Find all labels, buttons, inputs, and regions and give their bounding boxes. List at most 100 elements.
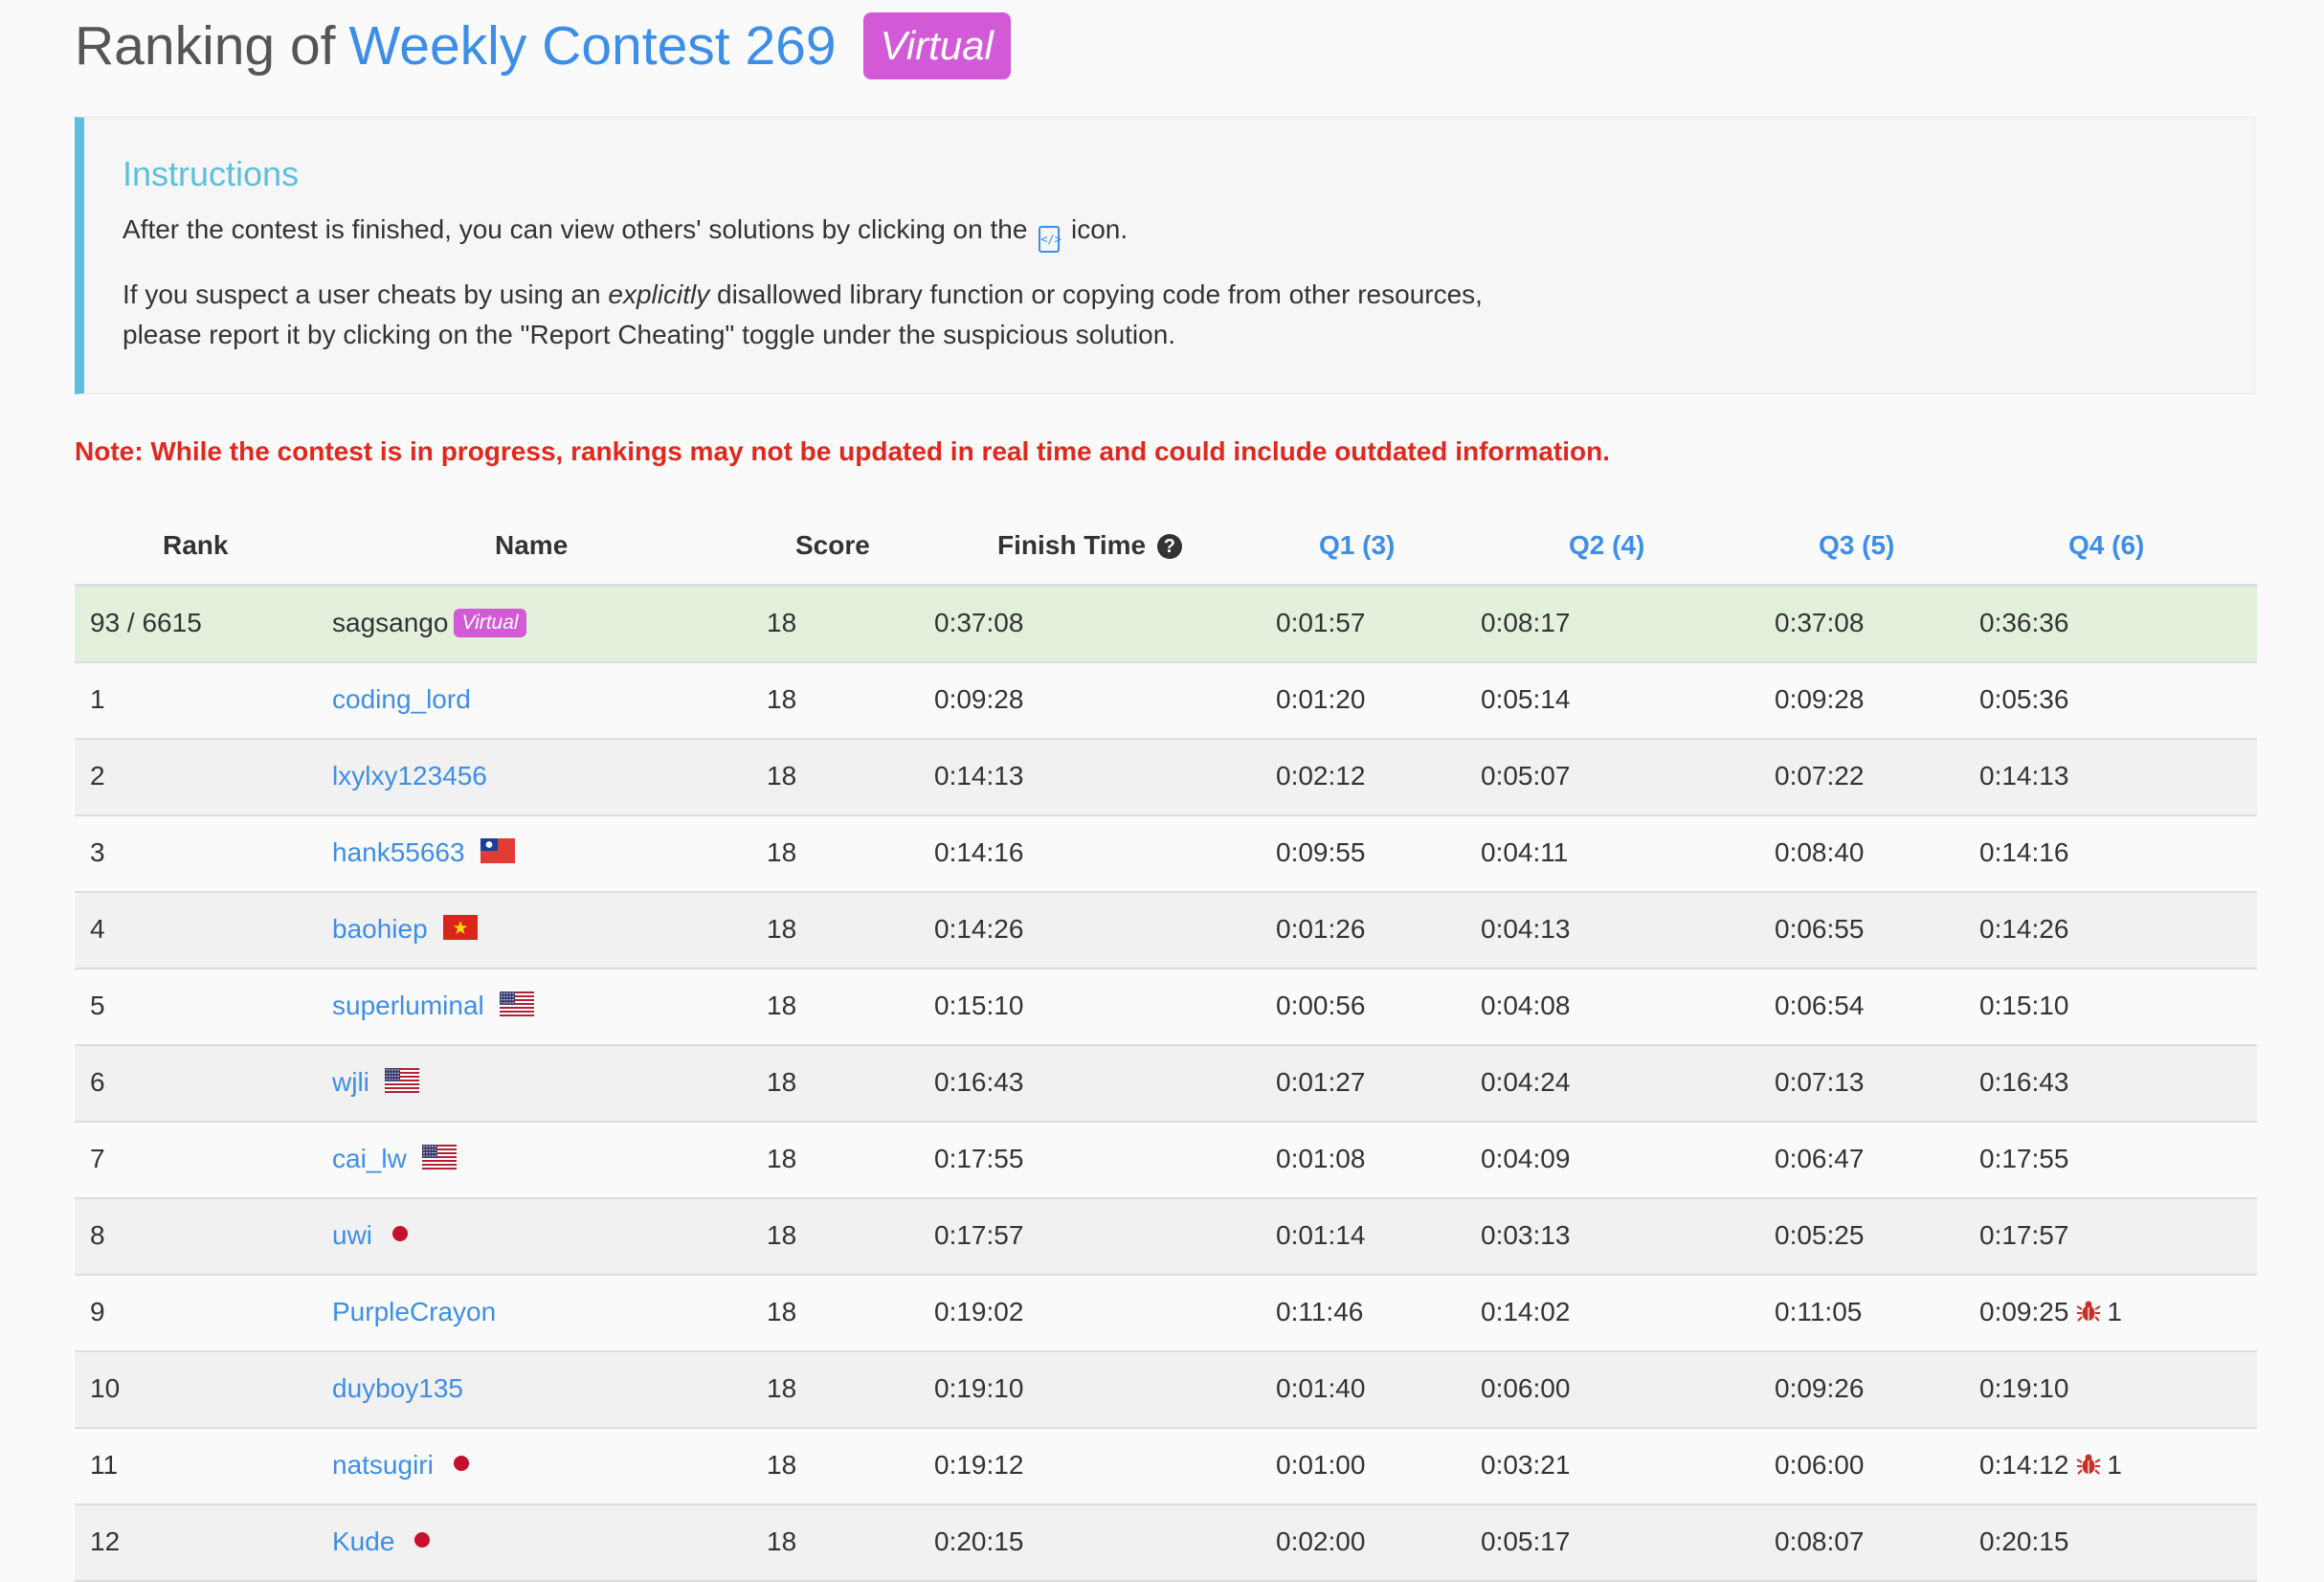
user-name[interactable]: duyboy135 [332, 1373, 463, 1403]
header-q3[interactable]: Q3 (5) [1819, 530, 1894, 561]
q4-cell: 0:15:10 [1979, 991, 2068, 1021]
score-cell: 18 [767, 991, 797, 1020]
table-row: 2 lxylxy123456 18 0:14:13 0:02:12 0:05:07 0:07… [75, 740, 2257, 816]
instructions-line-2-text: If you suspect a user cheats by using an [123, 279, 601, 309]
user-name-cell[interactable]: wjli [332, 1067, 419, 1100]
q4-time: 0:17:57 [1979, 1220, 2069, 1250]
bug-icon [2076, 1452, 2101, 1483]
user-name[interactable]: coding_lord [332, 684, 471, 714]
q4-time: 0:17:55 [1979, 1144, 2069, 1173]
user-name[interactable]: PurpleCrayon [332, 1297, 496, 1326]
table-row: 4 baohiep 18 0:14:26 0:01:26 0:04:13 0:06:55 0:… [75, 893, 2257, 969]
virtual-badge: Virtual [454, 609, 526, 637]
user-name-cell[interactable]: hank55663 [332, 837, 515, 870]
q4-time: 0:14:12 [1979, 1450, 2069, 1480]
instructions-line-2: If you suspect a user cheats by using an… [123, 275, 1483, 315]
instructions-title: Instructions [123, 154, 300, 193]
finish-cell: 0:17:57 [934, 1220, 1024, 1250]
q4-cell: 0:17:57 [1979, 1220, 2068, 1251]
user-name-cell[interactable]: PurpleCrayon [332, 1297, 496, 1327]
score-cell: 18 [767, 684, 797, 714]
table-row: 8 uwi 18 0:17:57 0:01:14 0:03:13 0:05:25 0:17:5… [75, 1199, 2257, 1276]
flag-us-icon [384, 1068, 419, 1100]
rank-cell: 2 [90, 761, 105, 791]
finish-cell: 0:19:12 [934, 1450, 1024, 1480]
header-q4[interactable]: Q4 (6) [2068, 530, 2144, 561]
user-name: sagsango [332, 608, 449, 637]
rank-cell: 8 [90, 1220, 105, 1250]
user-name-cell[interactable]: cai_lw [332, 1144, 457, 1176]
finish-cell: 0:17:55 [934, 1144, 1024, 1173]
user-name[interactable]: uwi [332, 1220, 372, 1250]
q2-cell: 0:05:07 [1481, 761, 1571, 791]
finish-cell: 0:14:26 [934, 914, 1024, 944]
user-name-cell[interactable]: coding_lord [332, 684, 471, 715]
user-name[interactable]: wjli [332, 1067, 369, 1097]
user-name[interactable]: superluminal [332, 991, 484, 1020]
user-name-cell[interactable]: baohiep [332, 914, 478, 947]
q4-cell: 0:14:13 [1979, 761, 2068, 791]
user-name-cell[interactable]: superluminal [332, 991, 534, 1023]
table-row: 10 duyboy135 18 0:19:10 0:01:40 0:06:00 0:09:2… [75, 1352, 2257, 1429]
user-name[interactable]: Kude [332, 1526, 394, 1556]
user-name[interactable]: natsugiri [332, 1450, 434, 1480]
user-name-cell[interactable]: natsugiri [332, 1450, 474, 1482]
q1-cell: 0:01:40 [1276, 1373, 1366, 1403]
q2-cell: 0:04:11 [1481, 837, 1569, 867]
q1-cell: 0:01:57 [1276, 608, 1366, 637]
q1-cell: 0:01:00 [1276, 1450, 1366, 1480]
header-finish-time: Finish Time ? [997, 530, 1182, 561]
contest-link[interactable]: Weekly Contest 269 [349, 14, 837, 78]
score-cell: 18 [767, 914, 797, 944]
q4-cell: 0:14:16 [1979, 837, 2068, 868]
header-q2[interactable]: Q2 (4) [1569, 530, 1644, 561]
score-cell: 18 [767, 1526, 797, 1556]
finish-cell: 0:15:10 [934, 991, 1024, 1020]
page-title: Ranking of Weekly Contest 269 Virtual [75, 8, 1011, 84]
finish-cell: 0:19:10 [934, 1373, 1024, 1403]
q1-cell: 0:11:46 [1276, 1297, 1364, 1326]
q3-cell: 0:08:40 [1775, 837, 1865, 867]
user-name[interactable]: hank55663 [332, 837, 465, 867]
question-circle-icon[interactable]: ? [1156, 534, 1182, 559]
my-rank-row: 93 / 6615 sagsango Virtual 18 0:37:08 0:01:57… [75, 587, 2257, 663]
instructions-line-3: please report it by clicking on the "Rep… [123, 320, 1176, 349]
user-name-cell[interactable]: uwi [332, 1220, 413, 1253]
user-name-cell[interactable]: Kude [332, 1526, 435, 1559]
q4-cell: 0:14:12 1 [1979, 1450, 2122, 1483]
header-rank: Rank [163, 530, 229, 560]
q4-cell: 0:14:26 [1979, 914, 2068, 945]
flag-jp-icon [410, 1527, 435, 1559]
instructions-line-1: After the contest is finished, you can v… [123, 210, 1128, 253]
header-q1[interactable]: Q1 (3) [1319, 530, 1395, 561]
q4-time: 0:14:13 [1979, 761, 2069, 791]
user-name[interactable]: baohiep [332, 914, 428, 944]
user-name-cell[interactable]: duyboy135 [332, 1373, 463, 1404]
table-row: 1 coding_lord 18 0:09:28 0:01:20 0:05:14 0:09:… [75, 663, 2257, 740]
q4-cell: 0:16:43 [1979, 1067, 2068, 1098]
q2-cell: 0:04:24 [1481, 1067, 1571, 1097]
rank-cell: 3 [90, 837, 105, 867]
score-cell: 18 [767, 1450, 797, 1480]
rank-cell: 7 [90, 1144, 105, 1173]
q4-cell: 0:20:15 [1979, 1526, 2068, 1557]
user-name[interactable]: lxylxy123456 [332, 761, 487, 791]
table-row: 7 cai_lw 18 0:17:55 0:01:08 0:04:09 0:06:47 0:1… [75, 1123, 2257, 1199]
rank-cell: 6 [90, 1067, 105, 1097]
flag-jp-icon [388, 1221, 413, 1253]
title-prefix: Ranking of [75, 15, 336, 77]
rank-cell: 11 [90, 1450, 119, 1480]
finish-cell: 0:14:16 [934, 837, 1024, 867]
score-cell: 18 [767, 1220, 797, 1250]
table-body: 93 / 6615 sagsango Virtual 18 0:37:08 0:01:57… [75, 587, 2257, 1582]
q3-cell: 0:09:26 [1775, 1373, 1865, 1403]
q4-cell: 0:19:10 [1979, 1373, 2068, 1404]
q3-cell: 0:09:28 [1775, 684, 1865, 714]
q1-cell: 0:00:56 [1276, 991, 1366, 1020]
score-cell: 18 [767, 1144, 797, 1173]
q3-cell: 0:05:25 [1775, 1220, 1865, 1250]
q1-cell: 0:09:55 [1276, 837, 1366, 867]
user-name[interactable]: cai_lw [332, 1144, 407, 1173]
user-name-cell[interactable]: lxylxy123456 [332, 761, 487, 791]
rank-cell: 9 [90, 1297, 105, 1326]
